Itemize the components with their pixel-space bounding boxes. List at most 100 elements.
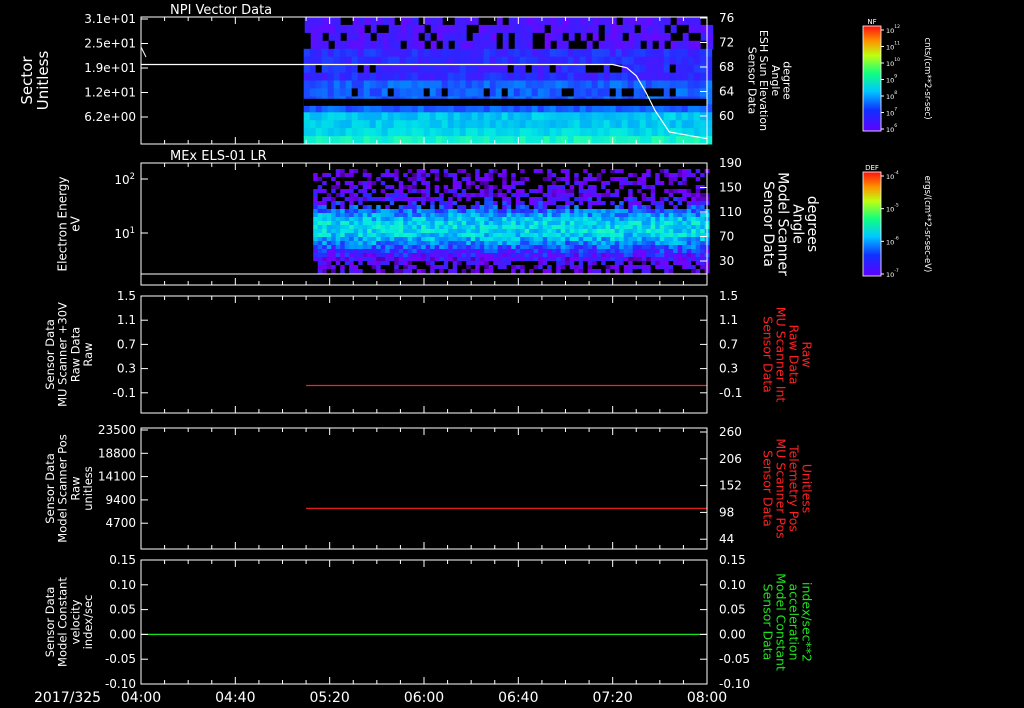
spectrogram-cell — [443, 193, 449, 198]
sector-heat-cell — [411, 64, 419, 74]
spectrogram-cell — [673, 269, 679, 274]
spectrogram-cell — [403, 261, 409, 266]
spectrogram-cell — [484, 169, 490, 174]
spectrogram-cell — [335, 245, 341, 250]
spectrogram-cell — [547, 265, 553, 270]
sector-heat-cell — [657, 56, 665, 66]
sector-heat-cell — [634, 40, 642, 50]
spectrogram-cell — [574, 261, 580, 266]
sector-heat-cell — [495, 128, 503, 137]
sector-heat-cell — [543, 48, 551, 58]
sector-heat-cell — [622, 32, 630, 42]
y-axis-title-line: unitless — [81, 466, 95, 511]
sector-heat-cell — [567, 64, 575, 74]
spectrogram-cell — [691, 229, 697, 234]
spectrogram-cell — [317, 189, 323, 194]
spectrogram-cell — [484, 237, 490, 242]
y2-tick-label: 190 — [719, 156, 742, 170]
spectrogram-cell — [371, 257, 377, 262]
sector-heat-cell — [700, 24, 708, 34]
spectrogram-cell — [326, 221, 332, 226]
spectrogram-cell — [385, 225, 391, 230]
spectrogram-cell — [650, 189, 656, 194]
sector-heat-cell — [531, 112, 539, 121]
spectrogram-cell — [421, 221, 427, 226]
spectrogram-cell — [677, 269, 683, 274]
sector-heat-cell — [429, 112, 437, 121]
spectrogram-cell — [623, 197, 629, 202]
spectrogram-cell — [610, 189, 616, 194]
spectrogram-cell — [596, 253, 602, 258]
sector-heat-cell — [615, 88, 623, 97]
sector-heat-cell — [531, 72, 539, 82]
spectrogram-cell — [659, 177, 665, 182]
sector-heat-cell — [598, 40, 606, 50]
y2-axis-title: Sensor DataModel Constantaccelerationind… — [761, 573, 815, 671]
spectrogram-cell — [493, 213, 499, 218]
spectrogram-cell — [331, 169, 337, 174]
sector-heat-cell — [501, 136, 509, 145]
sector-heat-cell — [520, 24, 528, 34]
spectrogram-cell — [542, 265, 548, 270]
sector-heat-cell — [328, 32, 336, 42]
y-axis-title-line: eV — [69, 215, 83, 231]
sector-heat-cell — [405, 80, 413, 89]
spectrogram-cell — [457, 177, 463, 182]
spectrogram-cell — [331, 229, 337, 234]
spectrogram-cell — [686, 205, 692, 210]
spectrogram-cell — [353, 253, 359, 258]
spectrogram-cell — [610, 249, 616, 254]
spectrogram-cell — [331, 221, 337, 226]
spectrogram-cell — [533, 269, 539, 274]
spectrogram-cell — [686, 201, 692, 206]
sector-heat-cell — [507, 120, 515, 129]
spectrogram-cell — [416, 221, 422, 226]
spectrogram-cell — [646, 209, 652, 214]
sector-heat-cell — [574, 40, 582, 50]
sector-heat-cell — [489, 72, 497, 82]
sector-heat-cell — [670, 32, 678, 42]
spectrogram-cell — [403, 269, 409, 274]
spectrogram-cell — [682, 185, 688, 190]
spectrogram-cell — [511, 205, 517, 210]
sector-heat-cell — [478, 32, 486, 42]
spectrogram-cell — [340, 213, 346, 218]
spectrogram-cell — [596, 237, 602, 242]
spectrogram-cell — [326, 241, 332, 246]
spectrogram-cell — [668, 205, 674, 210]
spectrogram-cell — [326, 209, 332, 214]
spectrogram-cell — [673, 193, 679, 198]
spectrogram-cell — [362, 205, 368, 210]
spectrogram-cell — [601, 261, 607, 266]
spectrogram-cell — [367, 173, 373, 178]
spectrogram-cell — [331, 237, 337, 242]
spectrogram-cell — [461, 221, 467, 226]
sector-heat-cell — [454, 40, 462, 50]
spectrogram-cell — [668, 253, 674, 258]
spectrogram-cell — [398, 249, 404, 254]
spectrogram-cell — [322, 261, 328, 266]
spectrogram-cell — [524, 265, 530, 270]
spectrogram-cell — [655, 221, 661, 226]
spectrogram-cell — [569, 221, 575, 226]
spectrogram-cell — [650, 173, 656, 178]
sector-heat-cell — [502, 24, 510, 34]
spectrogram-cell — [488, 233, 494, 238]
spectrogram-cell — [349, 225, 355, 230]
spectrogram-cell — [479, 189, 485, 194]
spectrogram-cell — [529, 185, 535, 190]
spectrogram-cell — [592, 257, 598, 262]
spectrogram-cell — [529, 217, 535, 222]
spectrogram-cell — [416, 173, 422, 178]
sector-heat-cell — [429, 72, 437, 82]
spectrogram-cell — [412, 177, 418, 182]
spectrogram-cell — [659, 205, 665, 210]
sector-heat-cell — [591, 120, 599, 129]
sector-heat-cell — [645, 128, 653, 137]
spectrogram-cell — [673, 261, 679, 266]
sector-heat-cell — [429, 88, 437, 97]
spectrogram-cell — [628, 209, 634, 214]
spectrogram-cell — [677, 233, 683, 238]
spectrogram-cell — [466, 241, 472, 246]
spectrogram-cell — [376, 193, 382, 198]
